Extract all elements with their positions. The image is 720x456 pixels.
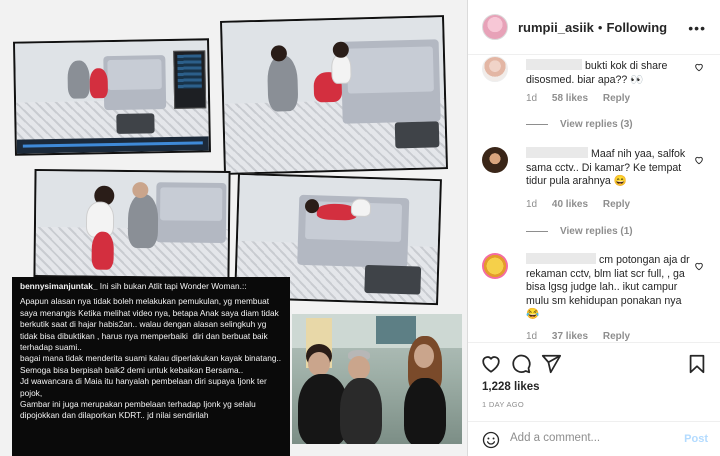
comment-likes[interactable]: 40 likes <box>552 199 588 210</box>
caption-card: bennysimanjuntak_ Ini sih bukan Atlit ta… <box>12 277 290 456</box>
comment-likes[interactable]: 37 likes <box>552 331 588 342</box>
post-username[interactable]: rumpii_asiik <box>518 20 594 35</box>
share-icon[interactable] <box>540 353 562 375</box>
post-media: bennysimanjuntak_ Ini sih bukan Atlit ta… <box>0 0 467 456</box>
redacted-username[interactable] <box>526 253 596 264</box>
likes-count[interactable]: 1,228 likes <box>482 381 540 393</box>
avatar[interactable] <box>482 253 508 279</box>
comment-age: 1d <box>526 199 538 210</box>
comment-meta: 1d 40 likes Reply <box>526 199 642 210</box>
view-replies-button[interactable]: View replies (3) <box>526 119 633 130</box>
caption-line: bagai mana tidak menderita suami kalau d… <box>20 353 282 364</box>
post-header: rumpii_asiik • Following ••• <box>468 0 720 55</box>
redacted-username[interactable] <box>526 59 582 70</box>
comment-age: 1d <box>526 331 538 342</box>
comment-text: Maaf nih yaa, salfok sama cctv.. Di kama… <box>526 147 686 187</box>
post-comment-button[interactable]: Post <box>684 433 708 445</box>
following-button[interactable]: Following <box>606 20 667 35</box>
caption-line: Semoga bisa berpisah baik2 demi untuk ke… <box>20 364 244 375</box>
family-photo <box>292 314 462 444</box>
avatar[interactable] <box>482 14 508 40</box>
post-panel: rumpii_asiik • Following ••• bukti kok d… <box>467 0 720 456</box>
avatar[interactable] <box>482 56 508 82</box>
reply-button[interactable]: Reply <box>603 93 630 104</box>
redacted-username[interactable] <box>526 147 588 158</box>
separator-dot: • <box>597 19 603 35</box>
caption-line: Apapun alasan nya tidak boleh melakukan … <box>20 296 282 353</box>
caption-line: Jd wawancara di Maia itu hanyalah pembel… <box>20 376 270 398</box>
comment-age: 1d <box>526 93 538 104</box>
more-options-icon[interactable]: ••• <box>688 20 706 36</box>
post-time: 1 DAY AGO <box>482 400 525 409</box>
comment-text: bukti kok di share disosmed. biar apa?? … <box>526 59 668 86</box>
comment-like-icon[interactable] <box>694 261 704 271</box>
cctv-still-3 <box>33 168 231 280</box>
comment-meta: 1d 37 likes Reply <box>526 331 642 342</box>
caption-username: bennysimanjuntak_ <box>20 281 98 291</box>
comment-icon[interactable] <box>510 353 532 375</box>
cctv-still-2 <box>220 15 448 175</box>
comment-emoji: 😄 <box>613 175 627 187</box>
caption-headline: Ini sih bukan Atlit tapi Wonder Woman.:: <box>97 281 247 291</box>
comments-list[interactable]: bukti kok di share disosmed. biar apa?? … <box>468 56 720 342</box>
caption-line: Gambar ini juga merupakan pembelaan terh… <box>20 399 258 421</box>
heart-icon[interactable] <box>480 353 502 375</box>
cctv-still-1 <box>13 38 211 156</box>
post-actions: 1,228 likes 1 DAY AGO Post <box>468 342 720 452</box>
comment-like-icon[interactable] <box>694 62 704 72</box>
reply-button[interactable]: Reply <box>603 199 630 210</box>
view-replies-button[interactable]: View replies (1) <box>526 226 633 237</box>
avatar[interactable] <box>482 147 508 173</box>
add-comment-input[interactable] <box>510 432 670 444</box>
comment-meta: 1d 58 likes Reply <box>526 93 642 104</box>
comment-emoji: 😂 <box>526 308 540 320</box>
comment-emoji: 👀 <box>630 73 644 86</box>
emoji-icon[interactable] <box>482 431 500 449</box>
reply-button[interactable]: Reply <box>603 331 630 342</box>
comment-likes[interactable]: 58 likes <box>552 93 588 104</box>
add-comment-row: Post <box>468 421 720 456</box>
bookmark-icon[interactable] <box>686 353 708 375</box>
comment-text: cm potongan aja dr rekaman cctv, blm lia… <box>526 253 690 320</box>
comment-like-icon[interactable] <box>694 155 704 165</box>
